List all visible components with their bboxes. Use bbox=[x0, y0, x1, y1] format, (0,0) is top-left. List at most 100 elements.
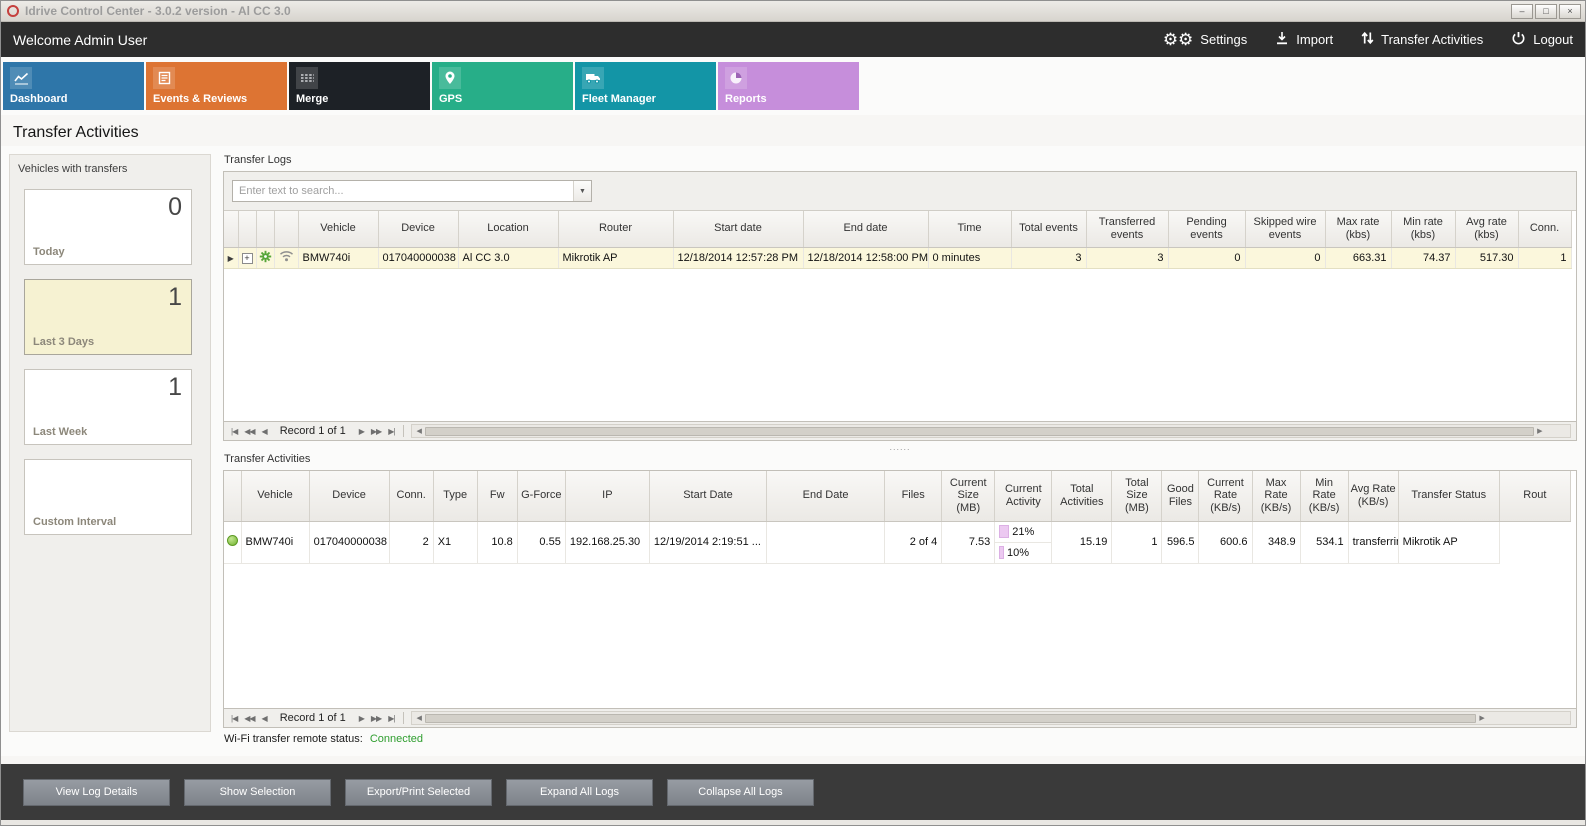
expand-all-logs-button[interactable]: Expand All Logs bbox=[506, 779, 653, 806]
transfer-activities-row[interactable]: BMW740i 017040000038 2 X1 10.8 0.55 192.… bbox=[224, 521, 1571, 564]
logs-col-device[interactable]: Device bbox=[378, 211, 458, 247]
cell-total-size: 15.19 bbox=[1052, 521, 1112, 564]
events-clipboard-icon bbox=[153, 67, 175, 89]
act-col-conn[interactable]: Conn. bbox=[389, 471, 433, 521]
card-last-week[interactable]: 1 Last Week bbox=[24, 369, 192, 445]
logs-col-skipped-wire-events[interactable]: Skipped wire events bbox=[1245, 211, 1325, 247]
tile-fleet-manager[interactable]: Fleet Manager bbox=[575, 62, 716, 110]
act-col-fw[interactable]: Fw bbox=[477, 471, 517, 521]
act-col-total-activities[interactable]: Total Activities bbox=[1052, 471, 1112, 521]
tile-reports[interactable]: Reports bbox=[718, 62, 859, 110]
cell-avg-rate: 534.1 bbox=[1300, 521, 1348, 564]
logs-col-vehicle[interactable]: Vehicle bbox=[298, 211, 378, 247]
pager-first-button[interactable]: |◀ bbox=[229, 714, 239, 723]
act-col-current-rate[interactable]: Current Rate (KB/s) bbox=[1199, 471, 1252, 521]
logs-col-avg-rate[interactable]: Avg rate (kbs) bbox=[1455, 211, 1518, 247]
logout-button[interactable]: Logout bbox=[1511, 31, 1573, 49]
logs-wifi-header bbox=[274, 211, 298, 247]
logs-horizontal-scrollbar[interactable]: ◀ ▶ bbox=[411, 424, 1571, 438]
logs-col-location[interactable]: Location bbox=[458, 211, 558, 247]
tile-merge-label: Merge bbox=[296, 93, 328, 105]
act-col-device[interactable]: Device bbox=[309, 471, 389, 521]
act-col-files[interactable]: Files bbox=[885, 471, 942, 521]
cell-end-date: 12/18/2014 12:58:00 PM bbox=[803, 247, 928, 268]
pager-prev-page-button[interactable]: ◀◀ bbox=[242, 714, 256, 723]
scroll-left-icon[interactable]: ◀ bbox=[413, 714, 424, 722]
activities-horizontal-scrollbar[interactable]: ◀ ▶ bbox=[411, 711, 1571, 725]
cell-type: X1 bbox=[433, 521, 477, 564]
settings-button[interactable]: ⚙⚙ Settings bbox=[1163, 31, 1247, 48]
scroll-right-icon[interactable]: ▶ bbox=[1534, 427, 1545, 435]
pager-prev-button[interactable]: ◀ bbox=[260, 714, 269, 723]
expand-row-icon[interactable]: + bbox=[242, 253, 253, 264]
pager-last-button[interactable]: ▶| bbox=[386, 714, 396, 723]
pager-next-page-button[interactable]: ▶▶ bbox=[369, 427, 383, 436]
act-col-good-files[interactable]: Good Files bbox=[1162, 471, 1199, 521]
close-button[interactable]: × bbox=[1559, 4, 1581, 19]
activities-scrollbar-thumb[interactable] bbox=[425, 714, 1477, 723]
app-icon bbox=[7, 5, 19, 17]
logs-col-time[interactable]: Time bbox=[928, 211, 1011, 247]
tile-gps[interactable]: GPS bbox=[432, 62, 573, 110]
view-log-details-button[interactable]: View Log Details bbox=[23, 779, 170, 806]
act-col-g-force[interactable]: G-Force bbox=[517, 471, 565, 521]
combo-dropdown-button[interactable]: ▼ bbox=[573, 181, 591, 201]
act-col-current-size[interactable]: Current Size (MB) bbox=[942, 471, 995, 521]
act-col-vehicle[interactable]: Vehicle bbox=[241, 471, 309, 521]
act-col-avg-rate[interactable]: Avg Rate (KB/s) bbox=[1348, 471, 1398, 521]
card-today[interactable]: 0 Today bbox=[24, 189, 192, 265]
pager-next-button[interactable]: ▶ bbox=[357, 714, 366, 723]
card-last-3-days[interactable]: 1 Last 3 Days bbox=[24, 279, 192, 355]
pie-chart-icon bbox=[725, 67, 747, 89]
act-col-ip[interactable]: IP bbox=[565, 471, 649, 521]
pager-first-button[interactable]: |◀ bbox=[229, 427, 239, 436]
logs-col-start-date[interactable]: Start date bbox=[673, 211, 803, 247]
tile-dashboard[interactable]: Dashboard bbox=[3, 62, 144, 110]
transfer-activities-button[interactable]: Transfer Activities bbox=[1361, 31, 1483, 48]
collapse-all-logs-button[interactable]: Collapse All Logs bbox=[667, 779, 814, 806]
logs-col-transferred-events[interactable]: Transferred events bbox=[1086, 211, 1168, 247]
tile-events-reviews[interactable]: Events & Reviews bbox=[146, 62, 287, 110]
nav-tiles: Dashboard Events & Reviews Merge GPS Fle… bbox=[1, 57, 1585, 115]
scroll-left-icon[interactable]: ◀ bbox=[413, 427, 424, 435]
window-bottom-edge bbox=[1, 820, 1585, 825]
pager-next-button[interactable]: ▶ bbox=[357, 427, 366, 436]
minimize-button[interactable]: – bbox=[1511, 4, 1533, 19]
logs-col-min-rate[interactable]: Min rate (kbs) bbox=[1391, 211, 1455, 247]
maximize-button[interactable]: □ bbox=[1535, 4, 1557, 19]
pager-prev-page-button[interactable]: ◀◀ bbox=[242, 427, 256, 436]
cell-max-rate: 663.31 bbox=[1325, 247, 1391, 268]
row-indicator-icon: ▶ bbox=[228, 254, 234, 263]
act-col-total-size[interactable]: Total Size (MB) bbox=[1112, 471, 1162, 521]
logs-col-router[interactable]: Router bbox=[558, 211, 673, 247]
logs-col-end-date[interactable]: End date bbox=[803, 211, 928, 247]
import-button[interactable]: Import bbox=[1275, 31, 1333, 48]
export-print-selected-button[interactable]: Export/Print Selected bbox=[345, 779, 492, 806]
scroll-right-icon[interactable]: ▶ bbox=[1476, 714, 1487, 722]
logs-col-total-events[interactable]: Total events bbox=[1011, 211, 1086, 247]
transfer-logs-row[interactable]: ▶ + BMW740i 017040000038 Al CC 3.0 Mikro… bbox=[224, 247, 1571, 268]
pager-next-page-button[interactable]: ▶▶ bbox=[369, 714, 383, 723]
act-col-current-activity[interactable]: Current Activity bbox=[995, 471, 1052, 521]
act-col-end-date[interactable]: End Date bbox=[767, 471, 885, 521]
truck-icon bbox=[582, 67, 604, 89]
show-selection-button[interactable]: Show Selection bbox=[184, 779, 331, 806]
search-input[interactable] bbox=[233, 181, 573, 201]
panel-splitter-handle[interactable]: ...... bbox=[223, 441, 1577, 453]
act-col-type[interactable]: Type bbox=[433, 471, 477, 521]
map-pin-icon bbox=[439, 67, 461, 89]
act-col-router[interactable]: Rout bbox=[1499, 471, 1570, 521]
logs-col-max-rate[interactable]: Max rate (kbs) bbox=[1325, 211, 1391, 247]
tile-merge[interactable]: Merge bbox=[289, 62, 430, 110]
pager-prev-button[interactable]: ◀ bbox=[260, 427, 269, 436]
act-col-min-rate[interactable]: Min Rate (KB/s) bbox=[1300, 471, 1348, 521]
act-col-transfer-status[interactable]: Transfer Status bbox=[1398, 471, 1499, 521]
logs-col-pending-events[interactable]: Pending events bbox=[1168, 211, 1245, 247]
act-col-start-date[interactable]: Start Date bbox=[649, 471, 766, 521]
logs-col-conn[interactable]: Conn. bbox=[1518, 211, 1571, 247]
pager-last-button[interactable]: ▶| bbox=[386, 427, 396, 436]
card-custom-interval[interactable]: Custom Interval bbox=[24, 459, 192, 535]
logs-scrollbar-thumb[interactable] bbox=[425, 427, 1534, 436]
act-col-max-rate[interactable]: Max Rate (KB/s) bbox=[1252, 471, 1300, 521]
pager-separator bbox=[403, 425, 404, 437]
